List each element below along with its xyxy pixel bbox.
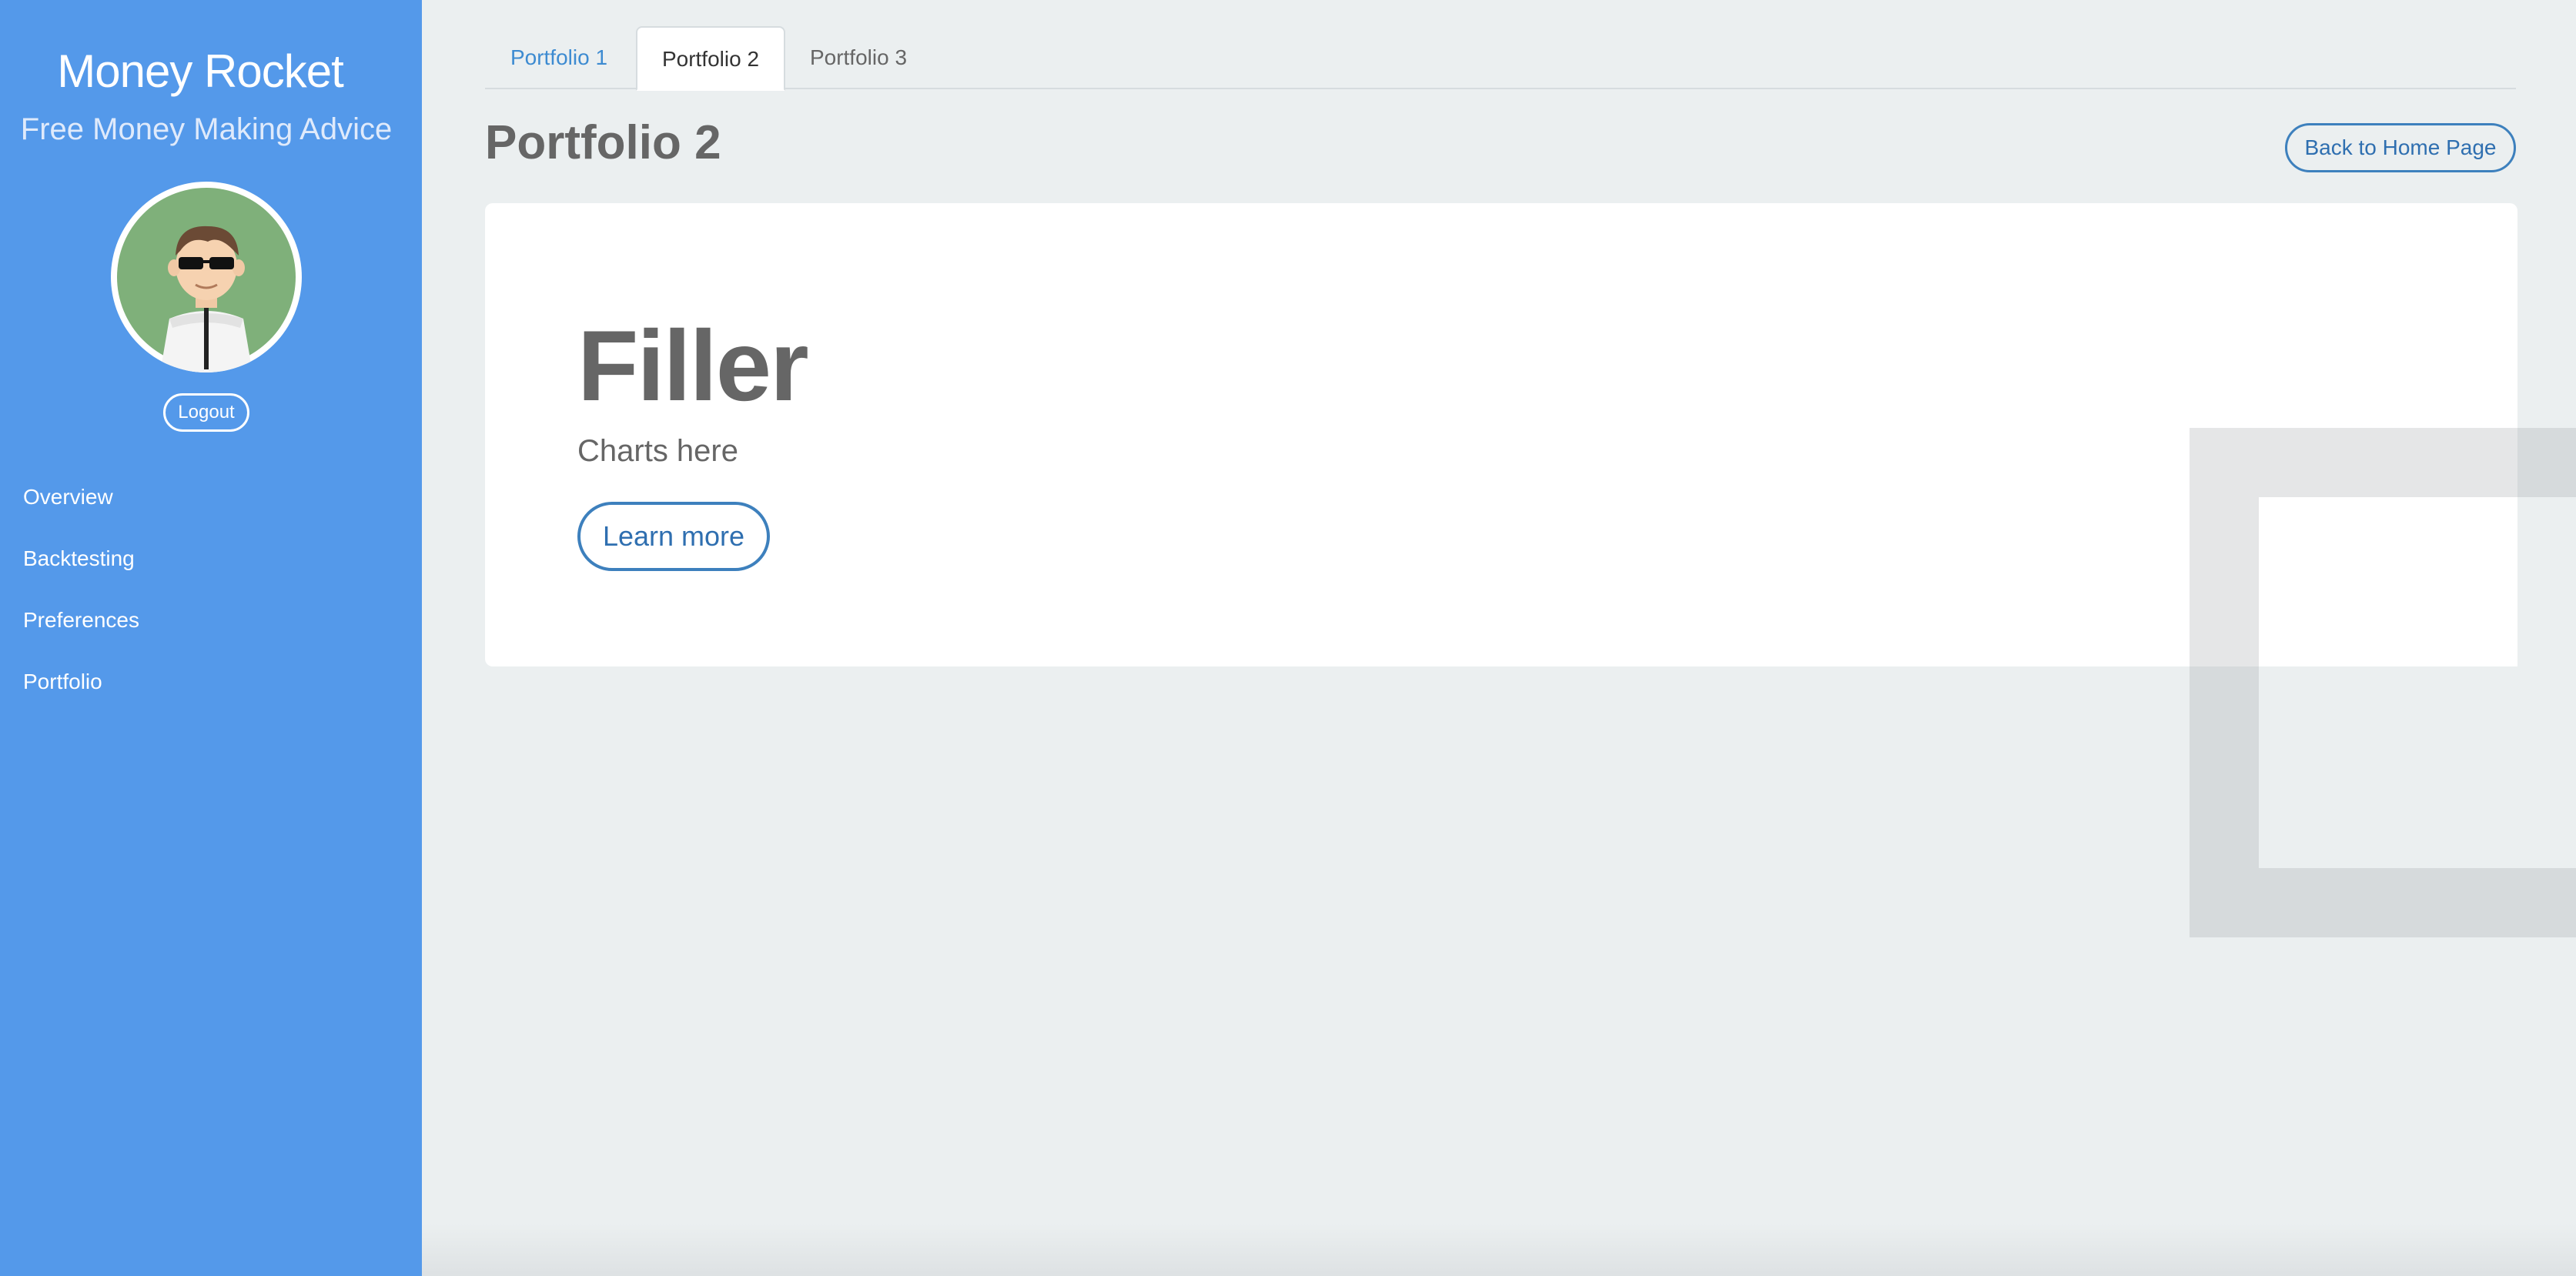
sidebar-item-portfolio[interactable]: Portfolio bbox=[23, 666, 139, 728]
card-text: Charts here bbox=[577, 434, 738, 468]
sidebar-item-preferences[interactable]: Preferences bbox=[23, 605, 139, 666]
page-title: Portfolio 2 bbox=[485, 116, 721, 169]
avatar-illustration bbox=[117, 188, 296, 372]
tab-portfolio-2[interactable]: Portfolio 2 bbox=[636, 26, 785, 91]
sidebar-item-overview[interactable]: Overview bbox=[23, 482, 139, 543]
brand-title: Money Rocket bbox=[57, 45, 344, 97]
tab-portfolio-1[interactable]: Portfolio 1 bbox=[485, 26, 633, 89]
portfolio-tabs: Portfolio 1 Portfolio 2 Portfolio 3 bbox=[485, 26, 2516, 91]
brand-subtitle: Free Money Making Advice bbox=[20, 112, 393, 146]
sidebar: Money Rocket Free Money Making Advice Lo… bbox=[0, 0, 422, 1276]
card-heading: Filler bbox=[577, 309, 809, 422]
back-to-home-button[interactable]: Back to Home Page bbox=[2285, 123, 2516, 172]
bottom-shade bbox=[422, 1224, 2576, 1276]
app-root: Money Rocket Free Money Making Advice Lo… bbox=[0, 0, 2576, 1276]
decorative-card-overlap bbox=[2259, 497, 2517, 666]
learn-more-button[interactable]: Learn more bbox=[577, 502, 770, 571]
avatar bbox=[111, 182, 302, 372]
sidebar-nav: Overview Backtesting Preferences Portfol… bbox=[23, 482, 139, 728]
sidebar-item-backtesting[interactable]: Backtesting bbox=[23, 543, 139, 605]
tab-portfolio-3[interactable]: Portfolio 3 bbox=[785, 26, 932, 89]
logout-button[interactable]: Logout bbox=[163, 393, 249, 432]
